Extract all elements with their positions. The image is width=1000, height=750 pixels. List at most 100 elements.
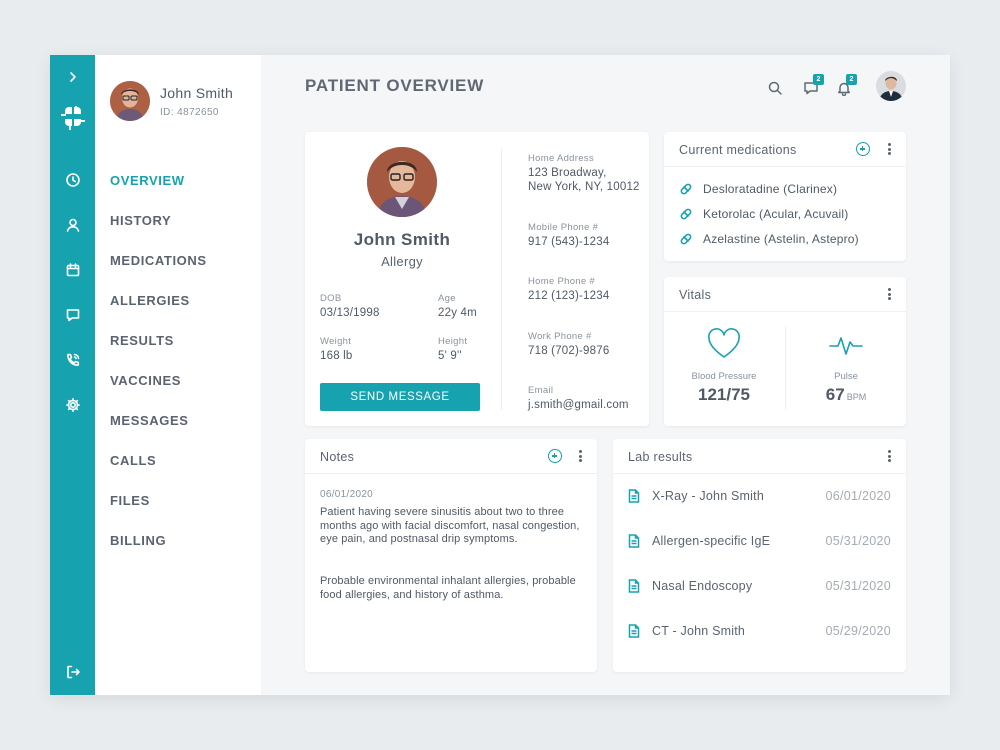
lab-result-name: Nasal Endoscopy <box>652 579 753 593</box>
lab-result-date: 05/31/2020 <box>825 534 891 548</box>
pulse-unit: BPM <box>846 392 867 402</box>
nav-item-billing[interactable]: BILLING <box>110 533 207 573</box>
bp-label: Blood Pressure <box>691 371 757 382</box>
medications-header: Current medications <box>664 132 906 167</box>
lab-result-row[interactable]: CT - John Smith 05/29/2020 <box>628 621 891 641</box>
medication-item[interactable]: Azelastine (Astelin, Astepro) <box>679 229 859 249</box>
pulse-icon <box>829 337 863 355</box>
lab-result-name: CT - John Smith <box>652 624 746 638</box>
nav-item-messages[interactable]: MESSAGES <box>110 413 207 453</box>
note-paragraph: Patient having severe sinusitis about tw… <box>320 506 580 546</box>
nav-item-overview[interactable]: OVERVIEW <box>110 173 207 213</box>
user-id: ID: 4872650 <box>160 107 219 118</box>
phone-icon[interactable] <box>50 349 95 371</box>
bell-icon[interactable]: 2 <box>833 74 857 99</box>
vitals-card: Vitals Blood Pressure 121/75 Pulse 67 BPM <box>664 277 906 426</box>
age-label: Age <box>438 293 456 304</box>
notes-header: Notes <box>305 439 597 474</box>
pulse-label: Pulse <box>834 371 858 382</box>
lab-result-name: Allergen-specific IgE <box>652 534 771 548</box>
home-phone-label: Home Phone # <box>528 276 595 287</box>
messages-badge: 2 <box>813 74 824 85</box>
note-paragraph: Probable environmental inhalant allergie… <box>320 575 576 601</box>
address-label: Home Address <box>528 153 594 164</box>
email-value[interactable]: j.smith@gmail.com <box>528 398 629 412</box>
weight-value: 168 lb <box>320 350 353 362</box>
nav-item-calls[interactable]: CALLS <box>110 453 207 493</box>
patient-photo <box>367 147 437 217</box>
pulse-reading: 67 BPM <box>786 385 906 405</box>
nav-item-allergies[interactable]: ALLERGIES <box>110 293 207 333</box>
notes-title: Notes <box>320 450 355 464</box>
age-value: 22y 4m <box>438 307 477 319</box>
nav-item-results[interactable]: RESULTS <box>110 333 207 373</box>
logout-icon[interactable] <box>50 661 95 683</box>
address-line1: 123 Broadway, <box>528 167 607 179</box>
add-medication-icon[interactable] <box>856 142 870 156</box>
address-line2: New York, NY, 10012 <box>528 181 640 193</box>
lab-result-date: 06/01/2020 <box>825 489 891 503</box>
weight-label: Weight <box>320 336 352 347</box>
dob-value: 03/13/1998 <box>320 307 380 319</box>
document-icon <box>628 489 640 503</box>
app-window: John Smith ID: 4872650 OVERVIEW HISTORY … <box>50 55 950 695</box>
note-date: 06/01/2020 <box>320 489 374 500</box>
clock-icon[interactable] <box>50 169 95 191</box>
search-icon[interactable] <box>764 77 786 99</box>
chat-icon[interactable] <box>50 304 95 326</box>
patient-name: John Smith <box>353 230 451 249</box>
lab-results-header: Lab results <box>613 439 906 474</box>
vitals-more-icon[interactable] <box>884 287 894 301</box>
messages-icon[interactable]: 2 <box>800 74 824 99</box>
send-message-button[interactable]: SEND MESSAGE <box>320 383 480 411</box>
sidebar: John Smith ID: 4872650 OVERVIEW HISTORY … <box>95 55 261 695</box>
medications-card: Current medications Desloratadine (Clari… <box>664 132 906 261</box>
notifications-badge: 2 <box>846 74 857 85</box>
heart-icon <box>708 328 740 358</box>
mobile-label: Mobile Phone # <box>528 222 599 233</box>
pulse-value: 67 <box>825 385 845 404</box>
nav-item-medications[interactable]: MEDICATIONS <box>110 253 207 293</box>
chevron-right-icon[interactable] <box>50 66 95 88</box>
medications-more-icon[interactable] <box>884 142 894 156</box>
notes-more-icon[interactable] <box>575 449 585 463</box>
gear-icon[interactable] <box>50 394 95 416</box>
lab-result-row[interactable]: Nasal Endoscopy 05/31/2020 <box>628 576 891 596</box>
document-icon <box>628 579 640 593</box>
avatar[interactable] <box>110 81 150 121</box>
dob-label: DOB <box>320 293 342 304</box>
height-label: Height <box>438 336 468 347</box>
user-name: John Smith <box>160 85 234 101</box>
user-icon[interactable] <box>50 214 95 236</box>
icon-rail <box>50 55 95 695</box>
mobile-value: 917 (543)-1234 <box>528 236 610 248</box>
medication-name: Azelastine (Astelin, Astepro) <box>703 232 859 246</box>
lab-result-date: 05/29/2020 <box>825 624 891 638</box>
medication-item[interactable]: Desloratadine (Clarinex) <box>679 179 837 199</box>
lab-result-row[interactable]: Allergen-specific IgE 05/31/2020 <box>628 531 891 551</box>
document-icon <box>628 624 640 638</box>
lab-results-more-icon[interactable] <box>884 449 894 463</box>
nav-item-vaccines[interactable]: VACCINES <box>110 373 207 413</box>
medication-name: Desloratadine (Clarinex) <box>703 182 838 196</box>
add-note-icon[interactable] <box>548 449 562 463</box>
main-nav: OVERVIEW HISTORY MEDICATIONS ALLERGIES R… <box>110 173 207 573</box>
work-phone-label: Work Phone # <box>528 331 592 342</box>
pulse-vital: Pulse 67 BPM <box>786 312 906 405</box>
medication-item[interactable]: Ketorolac (Acular, Acuvail) <box>679 204 848 224</box>
bp-value: 121/75 <box>698 385 750 404</box>
pill-icon <box>680 233 692 245</box>
medications-title: Current medications <box>679 143 797 157</box>
logo-icon <box>50 105 95 131</box>
notes-card: Notes 06/01/2020 Patient having severe s… <box>305 439 597 672</box>
nav-item-history[interactable]: HISTORY <box>110 213 207 253</box>
header-avatar[interactable] <box>876 71 906 101</box>
vitals-title: Vitals <box>679 288 712 302</box>
patient-card: John Smith Allergy DOB 03/13/1998 Age 22… <box>305 132 649 426</box>
email-label: Email <box>528 385 554 396</box>
nav-item-files[interactable]: FILES <box>110 493 207 533</box>
height-value: 5' 9'' <box>438 350 462 362</box>
calendar-icon[interactable] <box>50 259 95 281</box>
document-icon <box>628 534 640 548</box>
lab-result-row[interactable]: X-Ray - John Smith 06/01/2020 <box>628 486 891 506</box>
